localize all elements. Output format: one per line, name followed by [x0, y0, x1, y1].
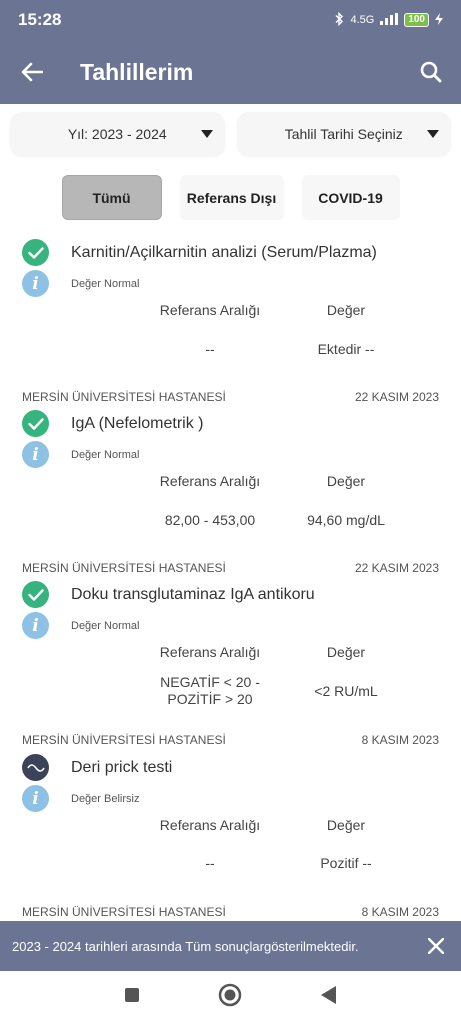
signal-icon [380, 12, 399, 28]
date-select-label: Tahlil Tarihi Seçiniz [284, 126, 403, 142]
result-date: 8 KASIM 2023 [361, 733, 439, 747]
wave-icon [22, 754, 49, 781]
home-button[interactable] [218, 983, 242, 1012]
status-row: i Değer Normal [22, 612, 139, 639]
result-value: <2 RU/mL [314, 683, 378, 699]
tab-out-of-reference[interactable]: Referans Dışı [179, 175, 284, 220]
result-date: 22 KASIM 2023 [354, 390, 439, 404]
results-list[interactable]: Karnitin/Açilkarnitin analizi (Serum/Pla… [0, 232, 461, 922]
bluetooth-icon [334, 11, 344, 29]
test-row: Deri prick testi [22, 754, 172, 781]
result-item[interactable]: Karnitin/Açilkarnitin analizi (Serum/Pla… [0, 232, 461, 372]
test-row: Karnitin/Açilkarnitin analizi (Serum/Pla… [22, 239, 377, 266]
test-name: Deri prick testi [71, 758, 173, 776]
ref-header: Referans Aralığı [159, 817, 261, 833]
system-nav-bar [0, 971, 461, 1024]
banner-text: 2023 - 2024 tarihleri arasında Tüm sonuç… [12, 938, 359, 954]
result-item[interactable]: MERSİN ÜNİVERSİTESİ HASTANESİ 22 KASIM 2… [0, 553, 461, 733]
ref-range: -- [205, 855, 215, 871]
ref-header: Referans Aralığı [159, 302, 261, 318]
back-button[interactable] [0, 40, 64, 104]
test-name: IgA (Nefelometrik ) [71, 414, 204, 432]
battery-icon: 100 [404, 13, 429, 27]
date-select[interactable]: Tahlil Tarihi Seçiniz [236, 112, 451, 156]
close-icon [428, 938, 444, 954]
info-icon[interactable]: i [22, 785, 49, 812]
status-text: Değer Normal [71, 619, 140, 632]
page-title: Tahlillerim [80, 58, 194, 85]
circle-icon [218, 983, 241, 1007]
status-row: i Değer Belirsiz [22, 785, 139, 812]
filter-tabs: Tümü Referans Dışı COVID-19 [0, 175, 461, 220]
caret-down-icon [427, 130, 439, 138]
value-header: Değer [326, 473, 366, 489]
ref-range-line-1: NEGATİF < 20 - [160, 674, 260, 690]
result-value: 94,60 mg/dL [307, 512, 385, 528]
tab-covid[interactable]: COVID-19 [301, 175, 400, 220]
result-value: Pozitif -- [320, 855, 372, 871]
year-select-label: Yıl: 2023 - 2024 [67, 126, 167, 142]
ref-header: Referans Aralığı [159, 644, 261, 660]
ref-range: 82,00 - 453,00 [164, 512, 256, 528]
filters: Yıl: 2023 - 2024 Tahlil Tarihi Seçiniz [10, 112, 451, 156]
network-label: 4.5G [350, 14, 375, 26]
hospital-name: MERSİN ÜNİVERSİTESİ HASTANESİ [22, 905, 226, 919]
ref-range: -- [205, 341, 215, 357]
test-row: IgA (Nefelometrik ) [22, 410, 203, 437]
hospital-row: MERSİN ÜNİVERSİTESİ HASTANESİ 8 KASIM 20… [22, 733, 439, 747]
hospital-row: MERSİN ÜNİVERSİTESİ HASTANESİ 8 KASIM 20… [22, 905, 439, 919]
value-header: Değer [326, 817, 366, 833]
hospital-name: MERSİN ÜNİVERSİTESİ HASTANESİ [22, 561, 226, 575]
banner-close-button[interactable] [411, 921, 461, 971]
tab-all[interactable]: Tümü [61, 175, 162, 220]
triangle-back-icon [320, 986, 336, 1004]
result-date: 8 KASIM 2023 [361, 905, 439, 919]
status-time: 15:28 [18, 10, 62, 29]
nav-back-button[interactable] [320, 985, 338, 1010]
year-select[interactable]: Yıl: 2023 - 2024 [10, 112, 225, 156]
status-row: i Değer Normal [22, 270, 139, 297]
charging-icon [435, 12, 443, 28]
hospital-name: MERSİN ÜNİVERSİTESİ HASTANESİ [22, 390, 226, 404]
search-button[interactable] [401, 40, 461, 104]
value-header: Değer [326, 302, 366, 318]
info-icon[interactable]: i [22, 612, 49, 639]
ref-header: Referans Aralığı [159, 473, 261, 489]
info-banner: 2023 - 2024 tarihleri arasında Tüm sonuç… [0, 921, 461, 971]
search-icon [420, 61, 442, 83]
result-item[interactable]: MERSİN ÜNİVERSİTESİ HASTANESİ 22 KASIM 2… [0, 382, 461, 552]
hospital-name: MERSİN ÜNİVERSİTESİ HASTANESİ [22, 733, 226, 747]
status-bar: 15:28 4.5G 100 [0, 0, 461, 40]
info-icon[interactable]: i [22, 270, 49, 297]
check-icon [22, 239, 49, 266]
info-icon[interactable]: i [22, 441, 49, 468]
status-icons: 4.5G 100 [334, 11, 443, 29]
app-bar: Tahlillerim [0, 40, 461, 104]
value-header: Değer [326, 644, 366, 660]
hospital-row: MERSİN ÜNİVERSİTESİ HASTANESİ 22 KASIM 2… [22, 561, 439, 575]
status-row: i Değer Normal [22, 441, 139, 468]
caret-down-icon [200, 130, 213, 138]
recents-button[interactable] [124, 987, 140, 1008]
result-item[interactable]: MERSİN ÜNİVERSİTESİ HASTANESİ 8 KASIM 20… [0, 897, 461, 922]
test-name: Karnitin/Açilkarnitin analizi (Serum/Pla… [71, 243, 377, 261]
check-icon [22, 581, 49, 608]
test-row: Doku transglutaminaz IgA antikoru [22, 581, 315, 608]
result-value: Ektedir -- [317, 341, 375, 357]
ref-range-line-2: POZİTİF > 20 [167, 691, 253, 707]
hospital-row: MERSİN ÜNİVERSİTESİ HASTANESİ 22 KASIM 2… [22, 390, 439, 404]
test-name: Doku transglutaminaz IgA antikoru [71, 585, 315, 603]
arrow-left-icon [21, 62, 43, 82]
result-item[interactable]: MERSİN ÜNİVERSİTESİ HASTANESİ 8 KASIM 20… [0, 725, 461, 900]
square-icon [124, 988, 139, 1002]
status-text: Değer Belirsiz [71, 792, 140, 805]
status-text: Değer Normal [71, 448, 140, 461]
check-icon [22, 410, 49, 437]
status-text: Değer Normal [71, 277, 140, 290]
result-date: 22 KASIM 2023 [354, 561, 439, 575]
